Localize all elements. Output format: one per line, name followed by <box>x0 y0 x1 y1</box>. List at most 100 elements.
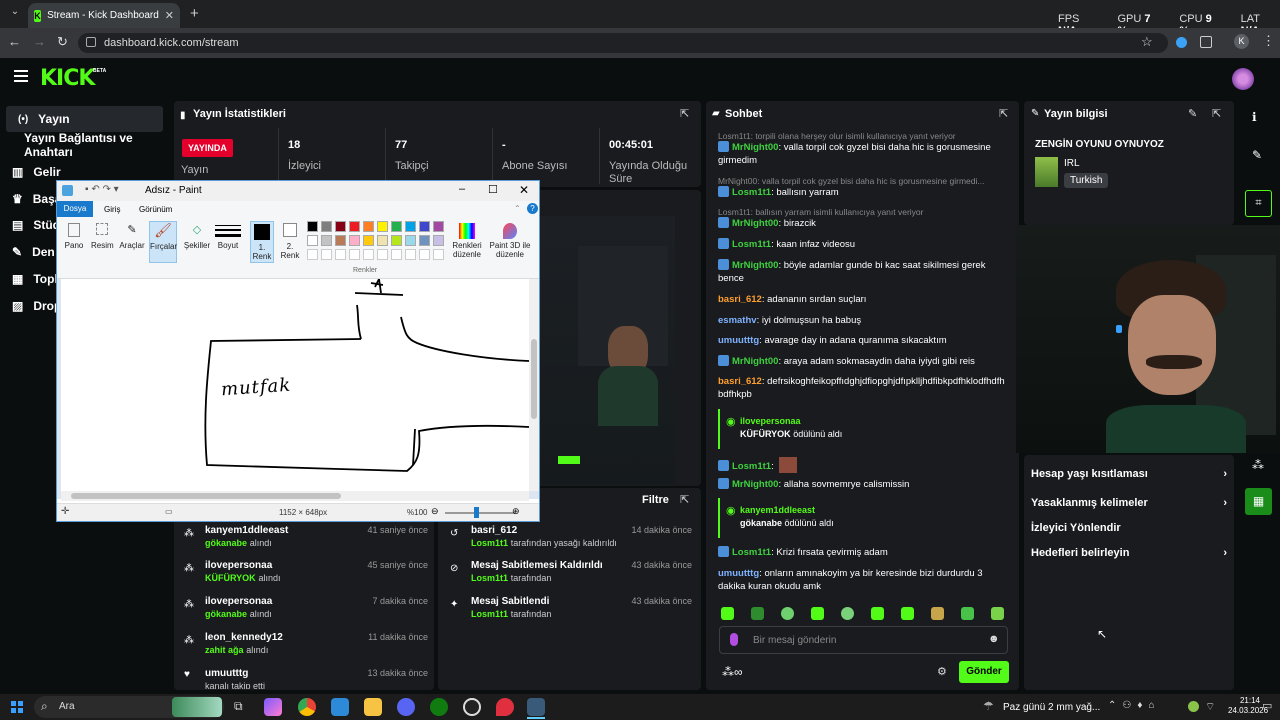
color-swatch[interactable] <box>405 221 416 232</box>
network-icon[interactable]: ⌔ <box>1205 700 1215 714</box>
color2-button[interactable]: 2. Renk <box>279 223 301 260</box>
chat-input-placeholder[interactable]: Bir mesaj gönderin <box>753 635 836 646</box>
profile-avatar[interactable]: K <box>1234 34 1249 49</box>
tray-app-icon[interactable] <box>1188 701 1199 712</box>
emote-icon[interactable] <box>991 607 1004 620</box>
menu-view[interactable]: Görünüm <box>139 205 172 214</box>
tab-list-icon[interactable]: ⌄ <box>8 6 22 20</box>
color-swatch[interactable] <box>363 235 374 246</box>
custom-color-slot[interactable] <box>335 249 346 260</box>
custom-color-slot[interactable] <box>349 249 360 260</box>
popout-stats-icon[interactable]: ⇱ <box>680 107 689 120</box>
emote-icon[interactable] <box>751 607 764 620</box>
user-avatar[interactable] <box>1232 68 1254 90</box>
info-icon[interactable]: ℹ <box>1252 110 1257 124</box>
sidebar-item-stream-key[interactable]: Yayın Bağlantısı ve Anahtarı <box>0 131 168 159</box>
app-pin-icon[interactable] <box>496 698 514 716</box>
custom-color-slot[interactable] <box>405 249 416 260</box>
zoom-in-icon[interactable]: ⊕ <box>512 506 520 517</box>
chat-input-box[interactable]: Bir mesaj gönderin ☻ <box>719 626 1008 654</box>
emote-icon[interactable] <box>781 607 794 620</box>
zoom-slider-track[interactable] <box>445 512 515 514</box>
back-icon[interactable]: ← <box>8 34 21 49</box>
maximize-icon[interactable]: ☐ <box>488 183 498 196</box>
copilot-icon[interactable] <box>264 698 282 716</box>
edit-colors-button[interactable]: Renkleri düzenle <box>451 223 483 259</box>
hamburger-menu-icon[interactable] <box>14 70 28 82</box>
chat-settings-gear-icon[interactable]: ⚙ <box>937 665 947 678</box>
custom-color-slot[interactable] <box>419 249 430 260</box>
menu-home[interactable]: Giriş <box>104 205 120 214</box>
app-icon[interactable] <box>331 698 349 716</box>
reload-icon[interactable]: ↻ <box>57 34 68 50</box>
close-window-icon[interactable]: ✕ <box>519 183 529 197</box>
color-swatch[interactable] <box>391 221 402 232</box>
popout-chat-icon[interactable]: ⇱ <box>999 107 1008 120</box>
emote-icon[interactable] <box>721 607 734 620</box>
emote-icon[interactable] <box>871 607 884 620</box>
custom-color-slot[interactable] <box>391 249 402 260</box>
quick-access-icons[interactable]: ▪ ↶ ↷ ▾ <box>85 184 119 195</box>
custom-color-slot[interactable] <box>363 249 374 260</box>
color-swatch[interactable] <box>391 235 402 246</box>
custom-color-slot[interactable] <box>321 249 332 260</box>
clock[interactable]: 21:14 24.03.2026 <box>1228 696 1268 716</box>
minimize-icon[interactable]: – <box>459 183 465 195</box>
system-tray-icons[interactable]: ⌃⚇♦⌂ <box>1108 700 1161 711</box>
color-swatch[interactable] <box>335 221 346 232</box>
send-button[interactable]: Gönder <box>959 661 1009 683</box>
xbox-icon[interactable] <box>430 698 448 716</box>
bookmark-star-icon[interactable]: ☆ <box>1141 34 1153 50</box>
emote-icon[interactable] <box>811 607 824 620</box>
drawing-canvas[interactable]: mutfak <box>61 279 529 491</box>
vertical-scrollbar[interactable] <box>529 279 539 491</box>
custom-color-slot[interactable] <box>377 249 388 260</box>
color-swatch[interactable] <box>405 235 416 246</box>
color-palette[interactable] <box>307 221 452 263</box>
shapes-button[interactable]: ◇ Şekiller <box>183 223 211 250</box>
color-swatch[interactable] <box>377 221 388 232</box>
emote-icon[interactable] <box>901 607 914 620</box>
chrome-icon[interactable] <box>298 698 316 716</box>
color-swatch[interactable] <box>433 235 444 246</box>
popout-activity-icon[interactable]: ⇱ <box>680 493 689 506</box>
color-swatch[interactable] <box>377 235 388 246</box>
more-menu-icon[interactable]: ⋮ <box>1262 33 1275 49</box>
menu-item-host[interactable]: İzleyici Yönlendir <box>1031 522 1227 534</box>
menu-item-goals[interactable]: Hedefleri belirleyin › <box>1031 547 1227 559</box>
color-swatch[interactable] <box>335 235 346 246</box>
menu-item-account-age[interactable]: Hesap yaşı kısıtlaması › <box>1031 468 1227 480</box>
horizontal-scrollbar[interactable] <box>61 491 529 501</box>
color-swatch[interactable] <box>363 221 374 232</box>
image-button[interactable]: Resim <box>91 223 114 250</box>
microphone-icon[interactable] <box>730 633 738 646</box>
brushes-button[interactable]: 🖌 Fırçalar <box>149 221 177 263</box>
new-tab-icon[interactable]: + <box>190 5 199 22</box>
color-swatch[interactable] <box>321 235 332 246</box>
task-view-icon[interactable]: ⧉ <box>234 699 243 714</box>
help-icon[interactable]: ? <box>527 203 538 214</box>
size-button[interactable]: Boyut <box>215 223 241 250</box>
custom-color-slot[interactable] <box>307 249 318 260</box>
color-swatch[interactable] <box>307 235 318 246</box>
zoom-out-icon[interactable]: ⊖ <box>431 506 439 517</box>
color-swatch[interactable] <box>349 235 360 246</box>
emote-icon[interactable] <box>931 607 944 620</box>
tools-button[interactable]: ✎ Araçlar <box>119 223 145 250</box>
emote-icon[interactable] <box>841 607 854 620</box>
color-swatch[interactable] <box>419 235 430 246</box>
emoji-picker-icon[interactable]: ☻ <box>988 633 1000 645</box>
color1-button[interactable]: 1. Renk <box>250 221 274 263</box>
popout-info-icon[interactable]: ⇱ <box>1212 107 1221 120</box>
custom-color-slot[interactable] <box>433 249 444 260</box>
discord-icon[interactable] <box>397 698 415 716</box>
color-swatch[interactable] <box>419 221 430 232</box>
weather-text[interactable]: Paz günü 2 mm yağ... <box>1003 702 1100 713</box>
zoom-slider-thumb[interactable] <box>474 507 479 518</box>
points-icon[interactable]: ⁂∞ <box>722 665 743 679</box>
paint-taskbar-icon[interactable] <box>527 698 545 716</box>
notification-icon[interactable]: ▭ <box>1262 699 1272 712</box>
weather-icon[interactable]: ☂ <box>983 699 994 713</box>
extensions-puzzle-icon[interactable] <box>1200 36 1212 48</box>
extension-icon[interactable] <box>1176 37 1187 48</box>
